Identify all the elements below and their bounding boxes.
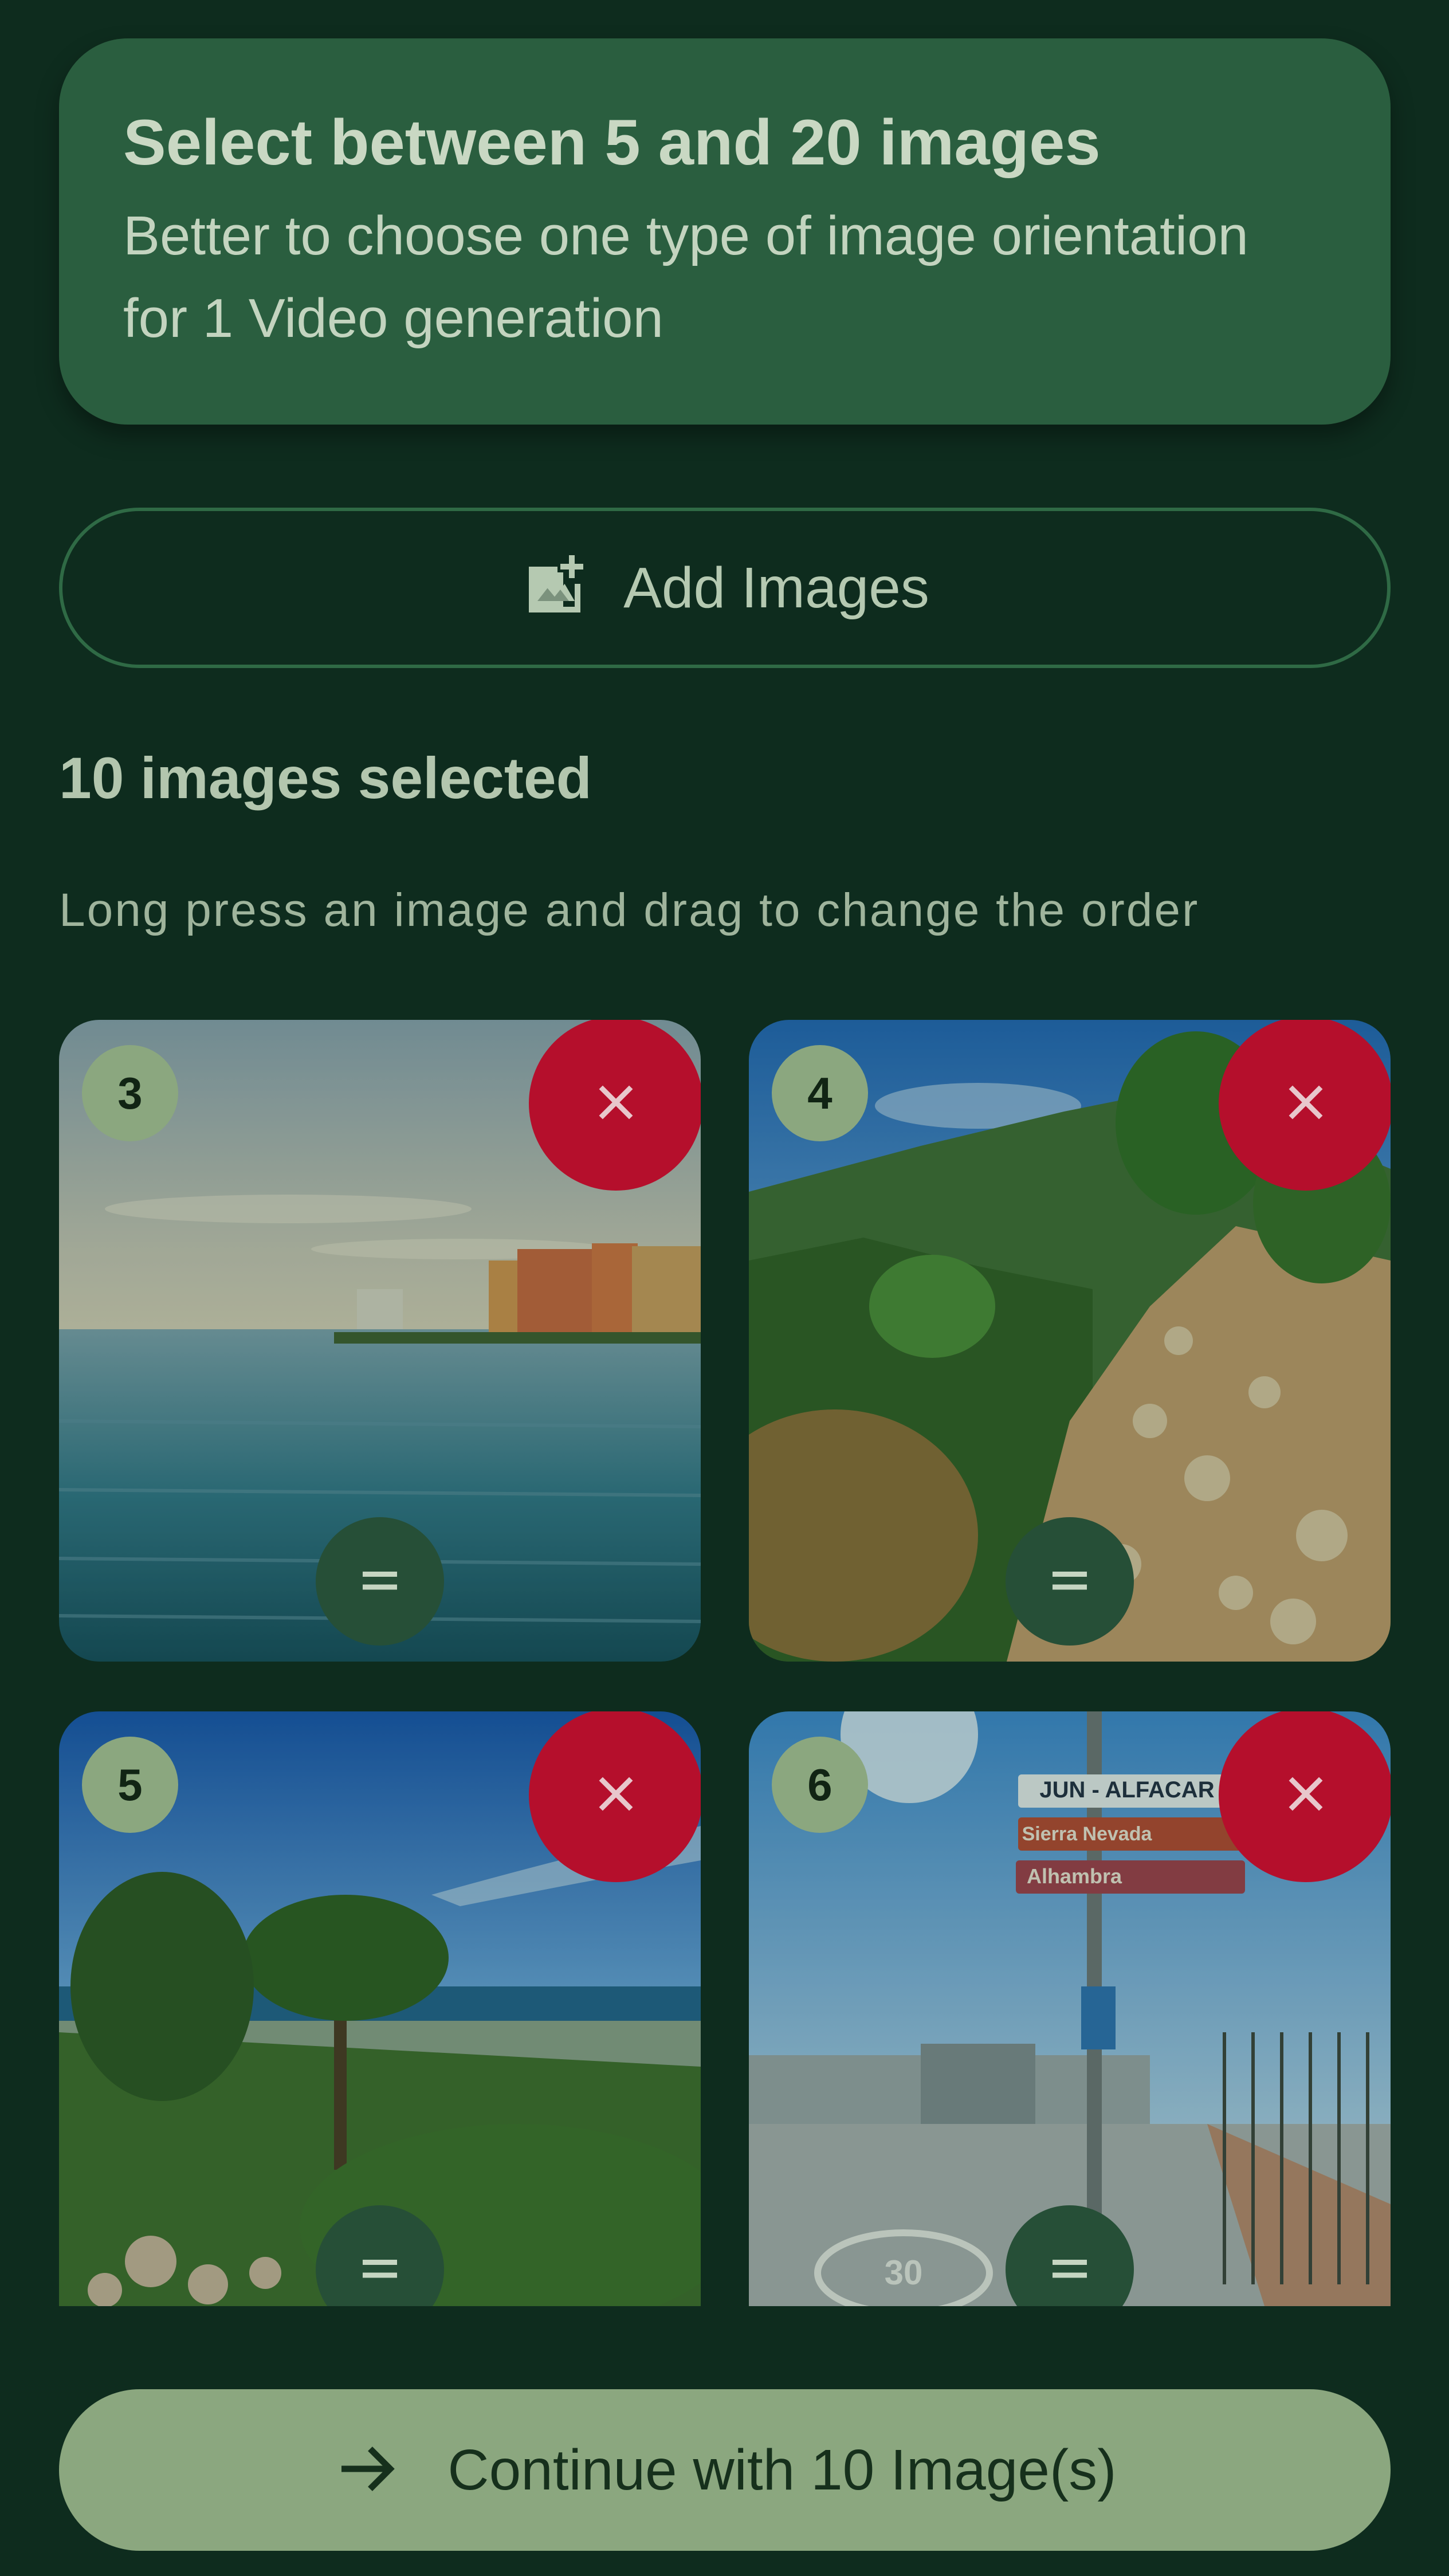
instructions-title: Select between 5 and 20 images xyxy=(123,107,1101,178)
close-icon xyxy=(1280,1768,1332,1823)
arrow-right-icon xyxy=(333,2434,402,2506)
image-tile[interactable]: 5 xyxy=(59,1711,701,2306)
continue-button[interactable]: Continue with 10 Image(s) xyxy=(59,2389,1391,2551)
continue-label: Continue with 10 Image(s) xyxy=(447,2437,1117,2502)
image-tile[interactable]: JUN - ALFACAR Sierra Nevada Alhambra 30 … xyxy=(749,1711,1391,2306)
image-order-badge: 5 xyxy=(82,1737,178,1833)
selected-count: 10 images selected xyxy=(59,745,592,811)
image-order-badge: 4 xyxy=(772,1045,868,1141)
drag-handle-icon xyxy=(1044,2243,1095,2297)
image-tile[interactable]: 3 xyxy=(59,1020,701,1662)
instructions-card: Select between 5 and 20 images Better to… xyxy=(59,38,1391,425)
close-icon xyxy=(590,1077,642,1131)
remove-image-button[interactable] xyxy=(1219,1020,1391,1191)
drag-handle-icon xyxy=(1044,1554,1095,1609)
drag-handle-icon xyxy=(354,1554,406,1609)
remove-image-button[interactable] xyxy=(1219,1711,1391,1882)
close-icon xyxy=(590,1768,642,1823)
reorder-hint: Long press an image and drag to change t… xyxy=(59,884,1200,936)
remove-image-button[interactable] xyxy=(529,1020,701,1191)
image-tile[interactable]: 4 xyxy=(749,1020,1391,1662)
add-images-label: Add Images xyxy=(623,555,929,620)
instructions-body: Better to choose one type of image orien… xyxy=(123,205,1248,350)
add-images-button[interactable]: Add Images xyxy=(59,508,1391,668)
remove-image-button[interactable] xyxy=(529,1711,701,1882)
close-icon xyxy=(1280,1077,1332,1131)
image-order-badge: 3 xyxy=(82,1045,178,1141)
drag-handle-icon xyxy=(354,2243,406,2297)
image-order-badge: 6 xyxy=(772,1737,868,1833)
add-photo-icon xyxy=(520,552,589,624)
drag-handle[interactable] xyxy=(1006,1517,1134,1646)
drag-handle[interactable] xyxy=(316,1517,444,1646)
